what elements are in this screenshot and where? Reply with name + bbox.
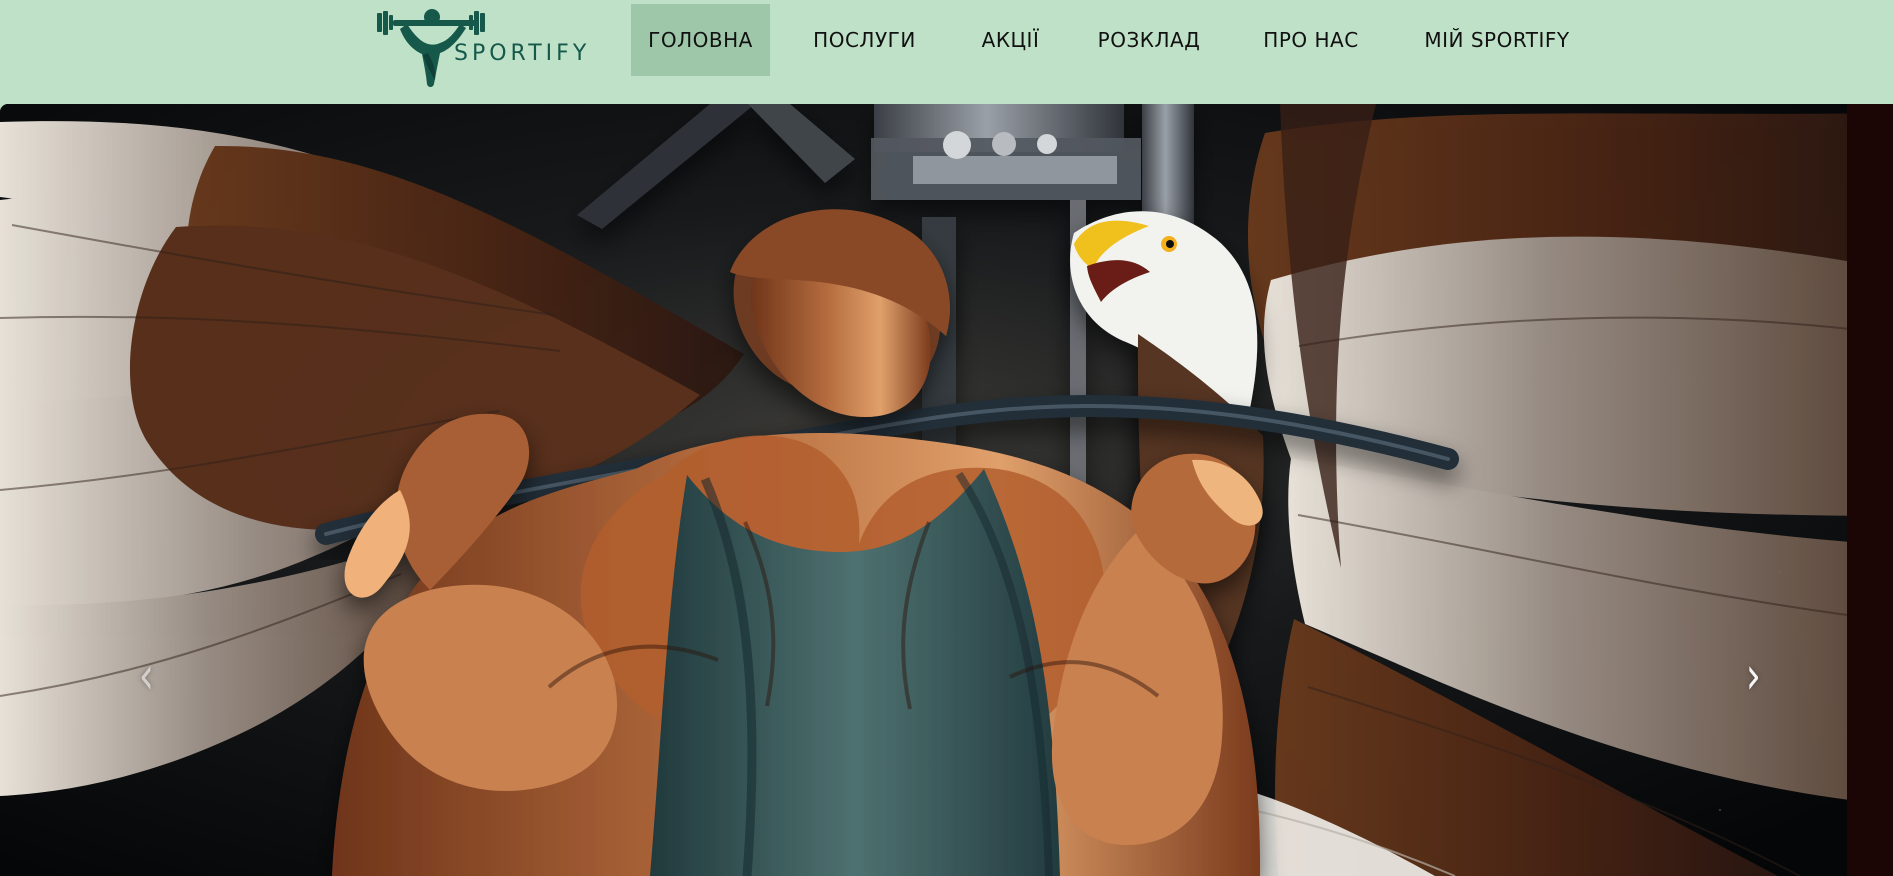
nav-item-home[interactable]: ГОЛОВНА	[631, 4, 770, 76]
chevron-right-icon: ›	[1745, 646, 1761, 706]
nav-item-about-us[interactable]: ПРО НАС	[1236, 4, 1386, 76]
sportify-homepage: SPORTIFY ГОЛОВНА ПОСЛУГИ АКЦІЇ РОЗКЛАД П…	[0, 0, 1893, 876]
nav-item-promotions[interactable]: АКЦІЇ	[959, 4, 1062, 76]
athlete-with-eagle-wings-illustration	[0, 104, 1893, 876]
chevron-left-icon: ‹	[138, 646, 154, 706]
carousel-previous-button[interactable]: ‹	[106, 626, 186, 726]
nav-item-my-sportify[interactable]: МІЙ SPORTIFY	[1386, 4, 1608, 76]
top-navigation-bar: SPORTIFY ГОЛОВНА ПОСЛУГИ АКЦІЇ РОЗКЛАД П…	[0, 0, 1893, 104]
brand-name: SPORTIFY	[454, 41, 591, 66]
hero-carousel: ‹ ›	[0, 104, 1893, 876]
nav-item-services[interactable]: ПОСЛУГИ	[770, 4, 959, 76]
sportify-logo-link[interactable]: SPORTIFY	[376, 6, 606, 88]
main-navigation: ГОЛОВНА ПОСЛУГИ АКЦІЇ РОЗКЛАД ПРО НАС МІ…	[631, 4, 1608, 76]
carousel-next-button[interactable]: ›	[1713, 626, 1793, 726]
nav-item-schedule[interactable]: РОЗКЛАД	[1062, 4, 1236, 76]
